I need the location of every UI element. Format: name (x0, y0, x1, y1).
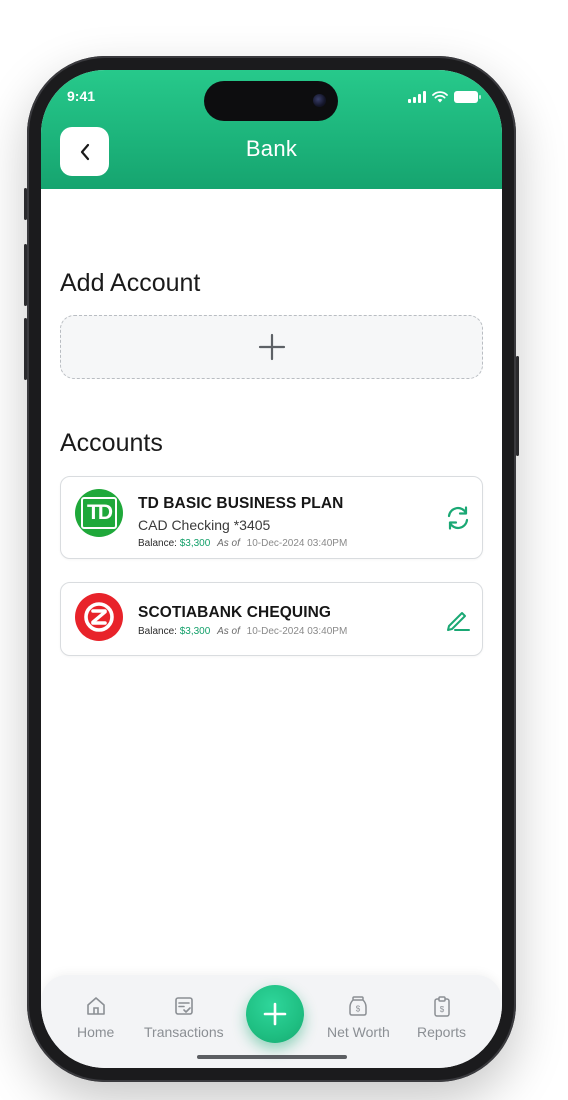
account-name: TD BASIC BUSINESS PLAN (138, 495, 344, 512)
account-name: SCOTIABANK CHEQUING (138, 604, 332, 621)
cellular-signal-icon (408, 91, 426, 103)
account-balance-line: Balance: $3,300 As of 10-Dec-2024 03:40P… (138, 626, 347, 637)
battery-icon (454, 91, 481, 103)
scotiabank-logo (75, 593, 123, 641)
scotiabank-s-icon (84, 602, 114, 632)
camera-icon (313, 94, 326, 107)
screen: 9:41 Bank Add Account Accounts TD TD BAS… (41, 70, 502, 1068)
td-logo-text: TD (87, 501, 113, 524)
add-transaction-fab[interactable] (246, 985, 304, 1043)
account-card-scotiabank[interactable]: SCOTIABANK CHEQUING Balance: $3,300 As o… (60, 582, 483, 656)
clipboard-dollar-icon: $ (433, 996, 450, 1017)
balance-label: Balance: (138, 626, 177, 637)
silent-switch (24, 188, 27, 220)
add-account-heading: Add Account (60, 269, 201, 297)
tab-reports[interactable]: $ Reports (417, 995, 466, 1040)
add-account-button[interactable] (60, 315, 483, 379)
balance-value: $3,300 (179, 538, 211, 549)
svg-text:$: $ (439, 1005, 444, 1014)
account-card-td[interactable]: TD TD BASIC BUSINESS PLAN CAD Checking *… (60, 476, 483, 559)
as-of-date: 10-Dec-2024 03:40PM (246, 626, 348, 637)
transactions-icon (175, 997, 193, 1015)
tab-label: Home (77, 1024, 115, 1040)
tab-label: Net Worth (327, 1024, 390, 1040)
home-icon (86, 997, 105, 1015)
as-of-label: As of (217, 538, 240, 549)
volume-up-button (24, 244, 27, 306)
edit-button[interactable] (444, 605, 472, 633)
balance-value: $3,300 (179, 626, 211, 637)
balance-label: Balance: (138, 538, 177, 549)
td-logo: TD (75, 489, 123, 537)
status-time: 9:41 (67, 88, 96, 104)
tab-label: Reports (417, 1024, 467, 1040)
app-header: 9:41 Bank (41, 70, 502, 189)
plus-icon (258, 333, 285, 361)
home-indicator (197, 1055, 347, 1059)
phone-frame: 9:41 Bank Add Account Accounts TD TD BAS… (24, 56, 519, 1082)
as-of-label: As of (217, 626, 240, 637)
plus-icon (263, 1002, 287, 1026)
tab-home[interactable]: Home (77, 995, 114, 1040)
wifi-icon (432, 91, 448, 103)
money-jar-icon: $ (349, 996, 368, 1016)
refresh-button[interactable] (444, 504, 472, 532)
volume-down-button (24, 318, 27, 380)
status-icons (408, 91, 481, 103)
tab-transactions[interactable]: Transactions (144, 995, 224, 1040)
refresh-icon (447, 506, 469, 530)
account-balance-line: Balance: $3,300 As of 10-Dec-2024 03:40P… (138, 538, 347, 549)
as-of-date: 10-Dec-2024 03:40PM (246, 538, 348, 549)
power-button (516, 356, 519, 456)
accounts-heading: Accounts (60, 429, 163, 457)
tab-net-worth[interactable]: $ Net Worth (327, 995, 390, 1040)
account-subtitle: CAD Checking *3405 (138, 517, 271, 533)
tab-label: Transactions (144, 1024, 224, 1040)
pencil-icon (447, 612, 470, 631)
dynamic-island (204, 81, 338, 121)
page-title: Bank (245, 136, 298, 161)
svg-text:$: $ (356, 1005, 361, 1014)
